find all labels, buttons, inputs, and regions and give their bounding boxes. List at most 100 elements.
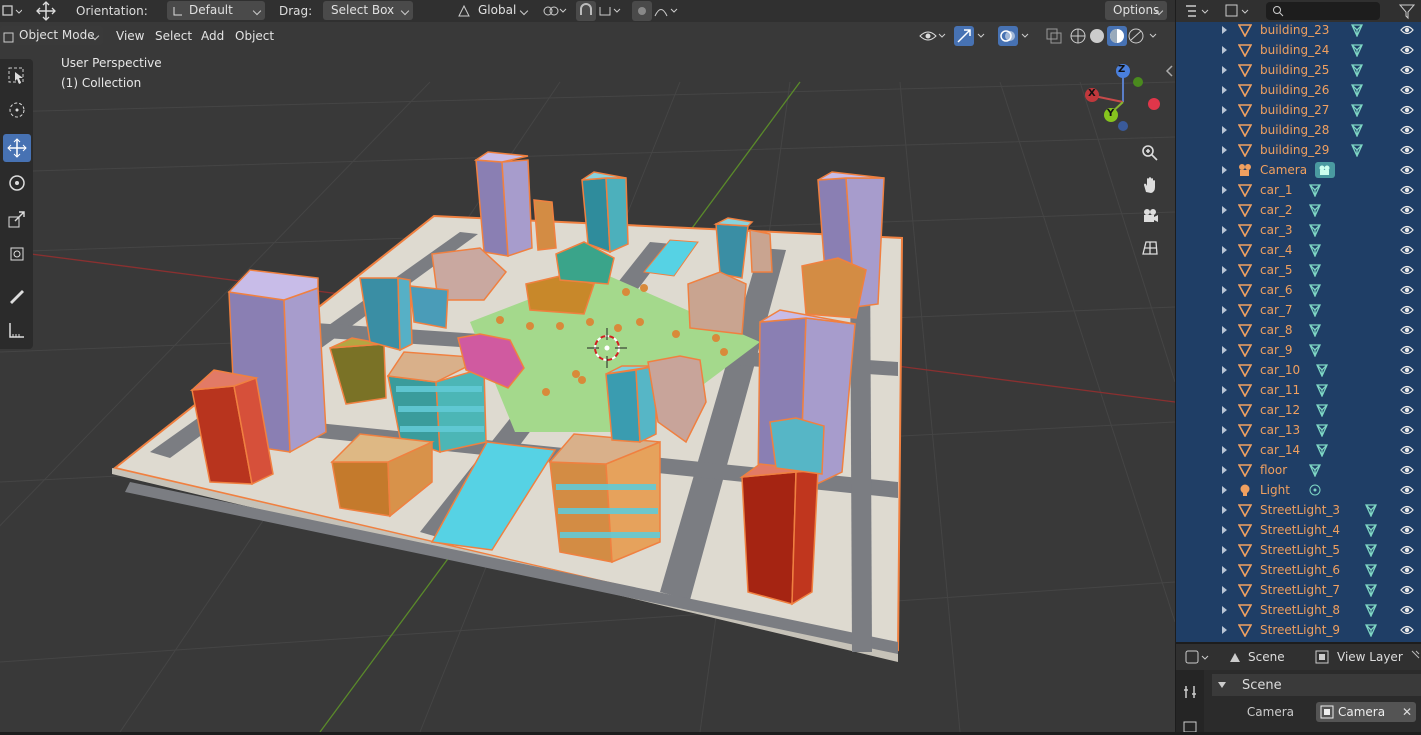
mesh-data-icon[interactable] <box>1364 523 1378 538</box>
overlays-dropdown-icon[interactable] <box>1019 26 1033 46</box>
expand-arrow-icon[interactable] <box>1222 26 1227 34</box>
falloff-icon[interactable] <box>653 1 683 21</box>
mesh-data-icon[interactable] <box>1350 83 1364 98</box>
outliner-item-name[interactable]: building_24 <box>1260 40 1329 60</box>
visibility-eye-icon[interactable] <box>1400 444 1414 456</box>
expand-arrow-icon[interactable] <box>1222 226 1227 234</box>
proportional-edit-icon[interactable] <box>632 1 652 21</box>
outliner-row[interactable]: StreetLight_7 <box>1176 580 1421 600</box>
expand-arrow-icon[interactable] <box>1222 366 1227 374</box>
visibility-icon[interactable] <box>918 26 948 46</box>
properties-type-icon[interactable] <box>1184 648 1216 666</box>
mesh-data-icon[interactable] <box>1308 343 1322 358</box>
outliner-item-name[interactable]: StreetLight_4 <box>1260 520 1340 540</box>
outliner-row[interactable]: Camera <box>1176 160 1421 180</box>
rotate-icon[interactable] <box>3 169 31 197</box>
visibility-eye-icon[interactable] <box>1400 264 1414 276</box>
outliner-item-name[interactable]: building_23 <box>1260 22 1329 40</box>
outliner-item-name[interactable]: car_6 <box>1260 280 1293 300</box>
outliner-item-name[interactable]: building_28 <box>1260 120 1329 140</box>
outliner-row[interactable]: building_24 <box>1176 40 1421 60</box>
mesh-data-icon[interactable] <box>1308 243 1322 258</box>
outliner-item-name[interactable]: building_27 <box>1260 100 1329 120</box>
mesh-data-icon[interactable] <box>1364 503 1378 518</box>
expand-arrow-icon[interactable] <box>1222 146 1227 154</box>
transform-icon[interactable] <box>3 240 31 268</box>
visibility-eye-icon[interactable] <box>1400 484 1414 496</box>
material-shading-icon[interactable] <box>1107 26 1127 46</box>
wireframe-shading-icon[interactable] <box>1069 26 1088 46</box>
expand-arrow-icon[interactable] <box>1222 326 1227 334</box>
outliner-row[interactable]: StreetLight_4 <box>1176 520 1421 540</box>
hand-icon[interactable] <box>1137 172 1163 198</box>
camera-icon[interactable] <box>1137 203 1163 229</box>
visibility-eye-icon[interactable] <box>1400 184 1414 196</box>
sidebar-toggle-icon[interactable] <box>1164 64 1174 78</box>
expand-arrow-icon[interactable] <box>1222 86 1227 94</box>
expand-arrow-icon[interactable] <box>1222 466 1227 474</box>
visibility-eye-icon[interactable] <box>1400 164 1414 176</box>
outliner-row[interactable]: StreetLight_9 <box>1176 620 1421 640</box>
visibility-eye-icon[interactable] <box>1400 24 1414 36</box>
expand-arrow-icon[interactable] <box>1222 546 1227 554</box>
mesh-data-icon[interactable] <box>1350 63 1364 78</box>
outliner-item-name[interactable]: car_7 <box>1260 300 1293 320</box>
visibility-eye-icon[interactable] <box>1400 524 1414 536</box>
gizmo-toggle-icon[interactable] <box>954 26 974 46</box>
3d-viewport[interactable]: User Perspective (1) Collection Z X Y <box>0 22 1175 732</box>
options-dropdown[interactable]: Options <box>1105 1 1167 20</box>
camera-field[interactable]: Camera ✕ <box>1316 702 1416 722</box>
snap-target-icon[interactable] <box>597 1 627 21</box>
outliner-row[interactable]: building_23 <box>1176 22 1421 40</box>
expand-arrow-icon[interactable] <box>1222 246 1227 254</box>
mesh-data-icon[interactable] <box>1364 603 1378 618</box>
drag-dropdown[interactable]: Select Box <box>323 1 413 20</box>
outliner-item-name[interactable]: car_14 <box>1260 440 1300 460</box>
visibility-eye-icon[interactable] <box>1400 464 1414 476</box>
visibility-eye-icon[interactable] <box>1400 324 1414 336</box>
menu-view[interactable]: View <box>110 26 150 46</box>
mesh-data-icon[interactable] <box>1350 103 1364 118</box>
outliner-row[interactable]: building_27 <box>1176 100 1421 120</box>
transform-orientation-dropdown[interactable]: Global <box>452 1 532 20</box>
scale-icon[interactable] <box>3 205 31 233</box>
outliner-row[interactable]: Light <box>1176 480 1421 500</box>
mesh-data-icon[interactable] <box>1308 263 1322 278</box>
outliner-row[interactable]: car_10 <box>1176 360 1421 380</box>
expand-arrow-icon[interactable] <box>1222 46 1227 54</box>
expand-arrow-icon[interactable] <box>1222 66 1227 74</box>
filter-icon[interactable] <box>1398 2 1416 20</box>
outliner-row[interactable]: car_1 <box>1176 180 1421 200</box>
mesh-data-icon[interactable] <box>1308 303 1322 318</box>
visibility-eye-icon[interactable] <box>1400 604 1414 616</box>
outliner-item-name[interactable]: Camera <box>1260 160 1307 180</box>
scene-panel-header[interactable]: Scene <box>1212 674 1421 696</box>
visibility-eye-icon[interactable] <box>1400 124 1414 136</box>
outliner-row[interactable]: StreetLight_3 <box>1176 500 1421 520</box>
orientation-dropdown[interactable]: Default <box>167 1 265 20</box>
mesh-data-icon[interactable] <box>1315 383 1329 398</box>
mesh-data-icon[interactable] <box>1315 423 1329 438</box>
tool-settings-icon[interactable] <box>1182 684 1198 703</box>
xray-toggle-icon[interactable] <box>1044 26 1064 46</box>
visibility-eye-icon[interactable] <box>1400 384 1414 396</box>
outliner-item-name[interactable]: car_13 <box>1260 420 1300 440</box>
snap-toggle-icon[interactable] <box>576 1 596 21</box>
outliner-item-name[interactable]: car_8 <box>1260 320 1293 340</box>
visibility-eye-icon[interactable] <box>1400 564 1414 576</box>
mesh-data-icon[interactable] <box>1315 403 1329 418</box>
mode-dropdown[interactable]: Object Mode <box>0 26 103 45</box>
outliner-type-icon[interactable] <box>1184 2 1216 20</box>
outliner-row[interactable]: car_11 <box>1176 380 1421 400</box>
outliner-row[interactable]: car_6 <box>1176 280 1421 300</box>
pin-icon[interactable] <box>1410 649 1421 665</box>
overlays-toggle-icon[interactable] <box>998 26 1018 46</box>
mesh-data-icon[interactable] <box>1315 443 1329 458</box>
expand-arrow-icon[interactable] <box>1222 526 1227 534</box>
pivot-icon[interactable] <box>540 2 570 20</box>
expand-arrow-icon[interactable] <box>1222 486 1227 494</box>
shading-dropdown-icon[interactable] <box>1147 26 1161 46</box>
select-box-icon[interactable] <box>3 62 31 90</box>
outliner-row[interactable]: car_13 <box>1176 420 1421 440</box>
expand-arrow-icon[interactable] <box>1222 626 1227 634</box>
